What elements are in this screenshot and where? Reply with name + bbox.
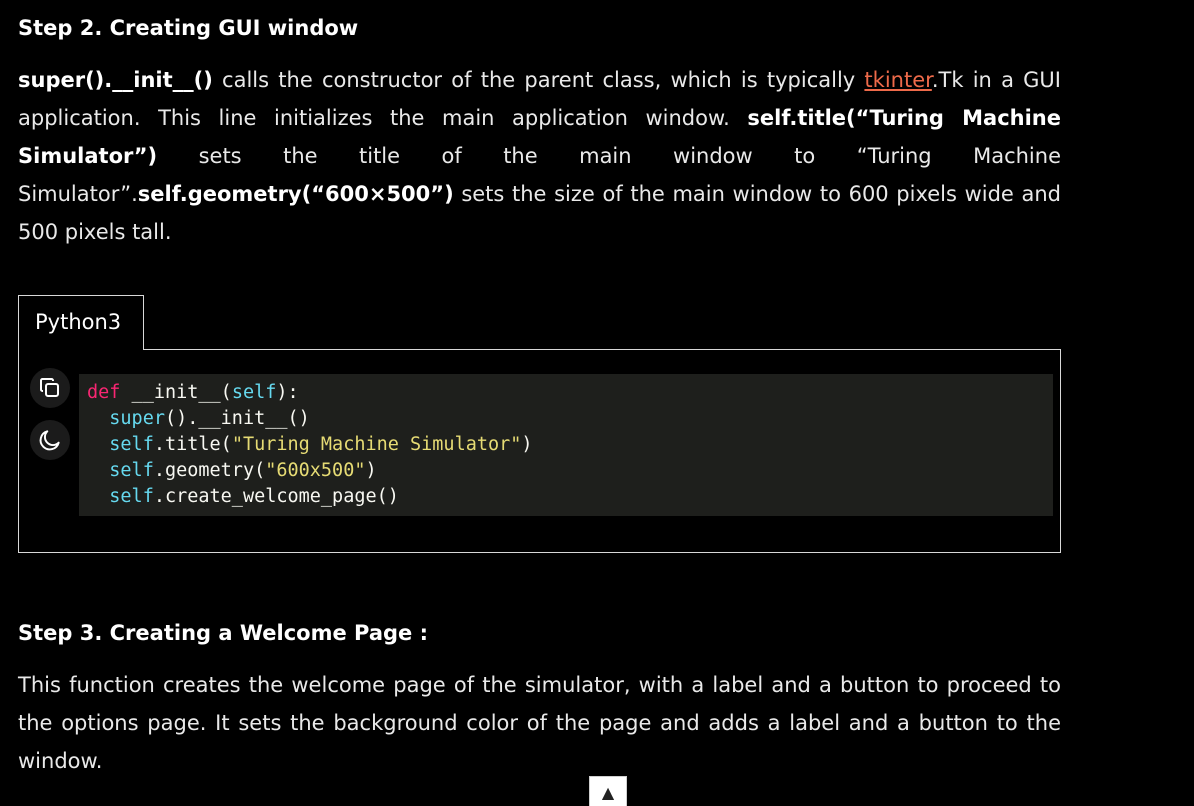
step2-heading: Step 2. Creating GUI window (18, 16, 359, 40)
code-keyword: def (87, 382, 121, 403)
code-text: ().__init__() (164, 408, 310, 429)
step2-paragraph: super().__init__() calls the constructor… (18, 61, 1061, 251)
code-text: .create_welcome_page() (153, 486, 399, 507)
code-text: ) (365, 460, 377, 481)
copy-button[interactable] (30, 368, 70, 408)
code-text: .title( (153, 434, 232, 455)
code-text: ): (276, 382, 299, 403)
code-string: "600x500" (265, 460, 366, 481)
tab-divider-cover (19, 348, 143, 351)
code-self: self (109, 460, 154, 481)
tkinter-link[interactable]: tkinter (864, 68, 931, 92)
scroll-to-top-button[interactable]: ▲ (589, 776, 627, 806)
code-self: self (109, 434, 154, 455)
code-self: self (231, 382, 277, 403)
code-string: "Turing Machine Simulator" (231, 434, 522, 455)
code-content: def __init__(self): super().__init__() s… (79, 374, 1053, 516)
theme-toggle-button[interactable] (30, 420, 70, 460)
moon-icon (39, 430, 60, 451)
code-text: __init__( (120, 382, 232, 403)
bold-self-geometry: self.geometry(“600×500”) (137, 182, 454, 206)
para-text: calls the constructor of the parent clas… (212, 68, 865, 92)
code-self: self (109, 486, 154, 507)
tab-python3[interactable]: Python3 (18, 295, 144, 349)
copy-icon (40, 378, 59, 397)
code-text: ) (521, 434, 533, 455)
code-builtin: super (109, 408, 165, 429)
bold-super-init: super().__init__() (18, 68, 213, 92)
arrow-up-icon: ▲ (601, 782, 615, 802)
code-text: .geometry( (153, 460, 266, 481)
step3-heading: Step 3. Creating a Welcome Page : (18, 621, 428, 645)
step3-paragraph: This function creates the welcome page o… (18, 673, 1061, 773)
